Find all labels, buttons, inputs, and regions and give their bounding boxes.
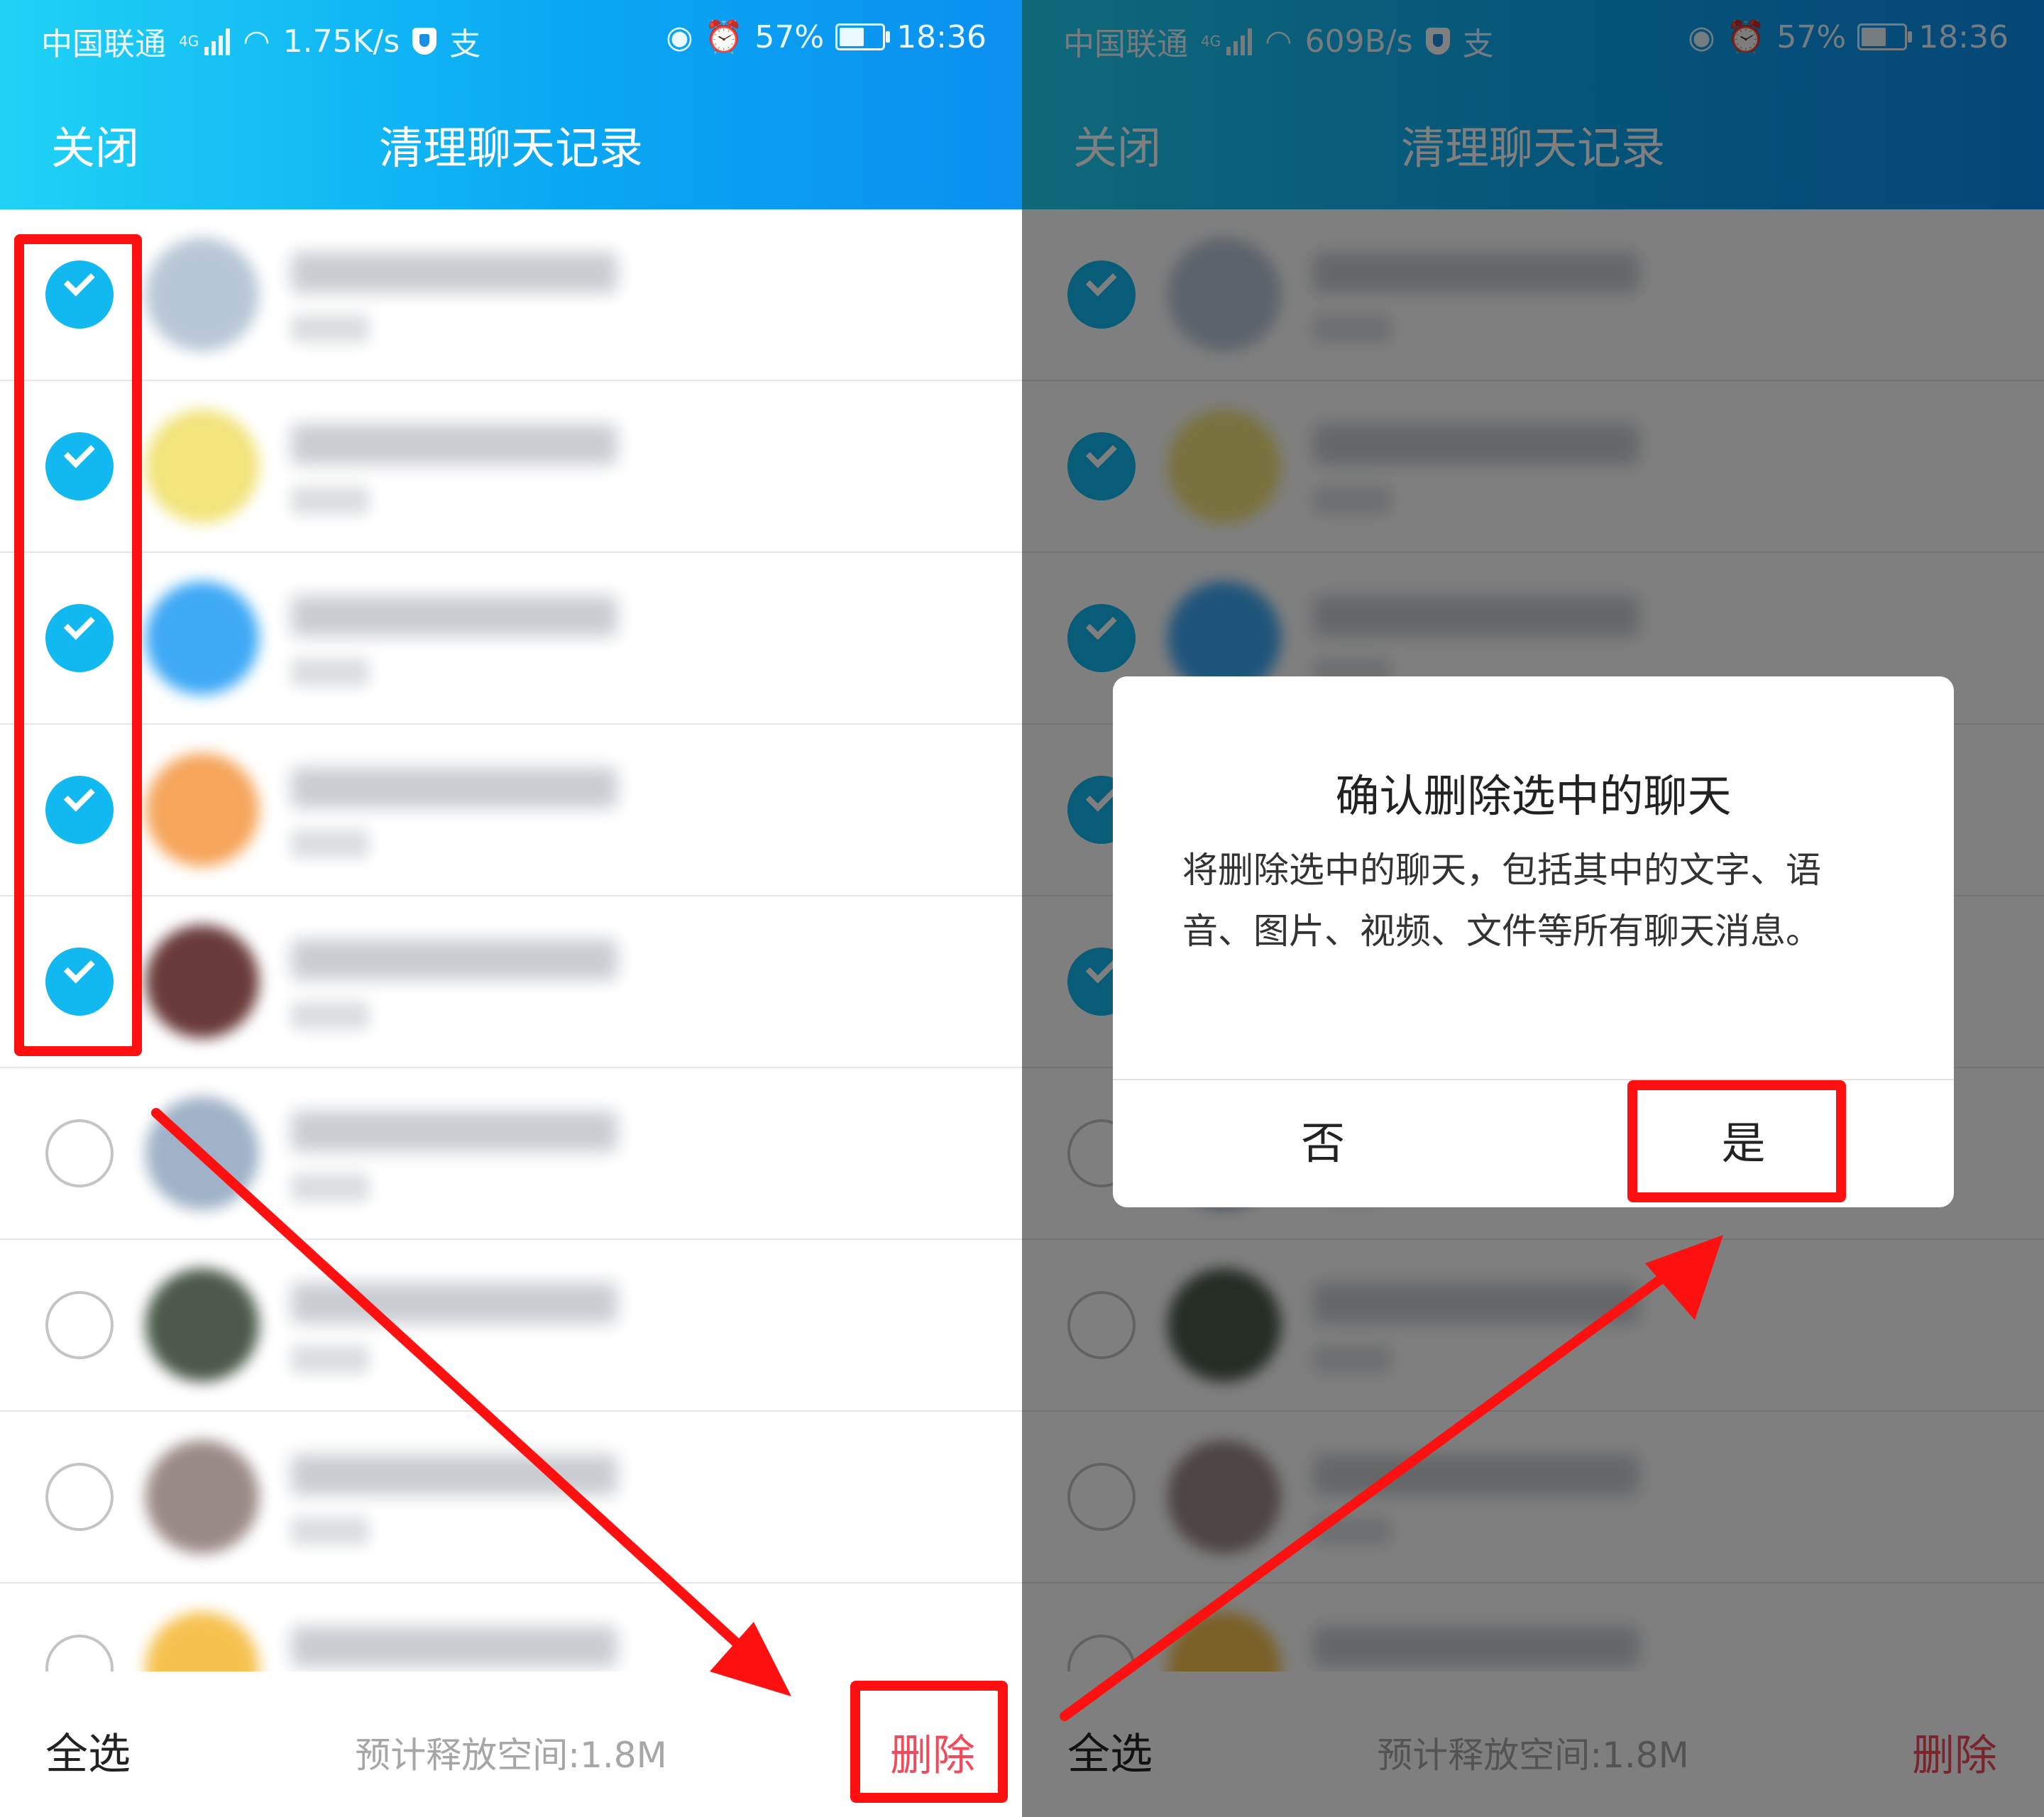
arrow-to-delete <box>151 1108 757 1662</box>
arrow-to-confirm <box>1060 1269 1673 1721</box>
annotation-arrows <box>151 1108 1723 1721</box>
